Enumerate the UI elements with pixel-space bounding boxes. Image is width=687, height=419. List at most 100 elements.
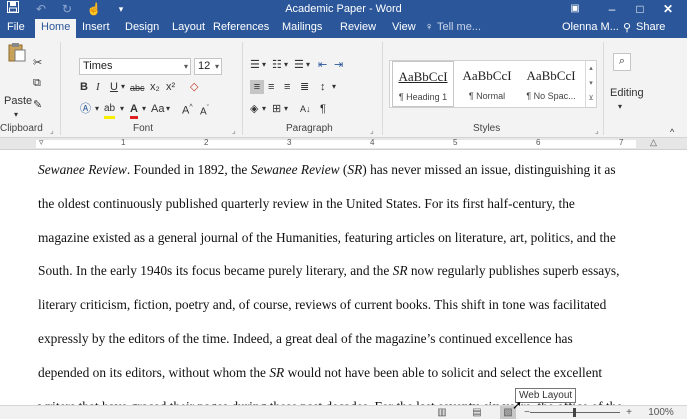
tab-layout[interactable]: Layout (172, 21, 205, 33)
print-layout-icon[interactable]: ▤ (470, 406, 484, 419)
grow-font-icon[interactable]: A^ (182, 101, 193, 118)
clipboard-launcher-icon[interactable]: ⌟ (50, 126, 54, 135)
clear-formatting-icon[interactable]: ◇ (190, 80, 198, 94)
font-color-icon[interactable]: A (130, 102, 138, 119)
document-text-line: South. In the early 1940s its focus beca… (38, 263, 619, 279)
paragraph-launcher-icon[interactable]: ⌟ (370, 126, 374, 135)
paste-button[interactable]: Paste (4, 94, 32, 108)
multilevel-list-icon[interactable]: ☰ (294, 58, 304, 72)
font-size-box[interactable]: 12 ▾ (194, 58, 222, 75)
tab-review[interactable]: Review (340, 21, 376, 33)
ruler-number: 3 (287, 138, 292, 147)
zoom-slider-thumb[interactable] (573, 408, 576, 417)
text-effects-dropdown-icon[interactable]: ▾ (95, 102, 99, 116)
underline-icon[interactable]: U (110, 80, 118, 94)
ribbon-display-icon[interactable]: ▣ (567, 1, 583, 17)
zoom-in-button[interactable]: + (624, 406, 634, 419)
cut-icon[interactable]: ✂ (33, 56, 42, 70)
tab-design[interactable]: Design (125, 21, 159, 33)
decrease-indent-icon[interactable]: ⇤ (318, 58, 327, 72)
highlight-dropdown-icon[interactable]: ▾ (120, 102, 124, 116)
styles-gallery: AaBbCcI ¶ Heading 1 AaBbCcI ¶ Normal AaB… (389, 60, 597, 108)
shading-dropdown-icon[interactable]: ▾ (262, 102, 266, 116)
indent-marker-icon[interactable]: ▿ (39, 137, 44, 148)
collapse-ribbon-icon[interactable]: ^ (670, 125, 674, 139)
zoom-level[interactable]: 100% (646, 406, 676, 419)
paste-icon[interactable] (8, 42, 26, 62)
shrink-font-icon[interactable]: Aˇ (200, 102, 209, 119)
close-icon[interactable]: ✕ (661, 1, 675, 17)
show-marks-icon[interactable]: ¶ (320, 102, 326, 116)
chevron-up-icon[interactable]: ▴ (586, 61, 596, 76)
text-effects-icon[interactable]: Ⓐ (80, 102, 91, 116)
tell-me-input[interactable]: Tell me... (437, 21, 481, 33)
read-mode-icon[interactable]: ▥ (435, 406, 449, 419)
title-bar: ↶ ↻ ☝ ▾ Academic Paper - Word ▣ – □ ✕ (0, 0, 687, 18)
styles-gallery-scrollbar[interactable]: ▴ ▾ ⊻ (585, 61, 596, 107)
mouse-cursor-icon: ➚ (512, 398, 523, 412)
document-page[interactable]: Sewanee Review. Founded in 1892, the Sew… (0, 150, 687, 405)
tab-file[interactable]: File (7, 21, 25, 33)
bold-icon[interactable]: B (80, 80, 88, 94)
editing-button[interactable]: Editing (610, 86, 644, 100)
format-painter-icon[interactable]: ✎ (33, 98, 42, 112)
minimize-icon[interactable]: – (605, 1, 619, 17)
style-normal[interactable]: AaBbCcI ¶ Normal (456, 61, 518, 107)
font-name-box[interactable]: Times ▾ (79, 58, 191, 75)
shading-icon[interactable]: ◈ (250, 102, 258, 116)
underline-dropdown-icon[interactable]: ▾ (121, 80, 125, 94)
style-heading-1[interactable]: AaBbCcI ¶ Heading 1 (392, 61, 454, 107)
italic-icon[interactable]: I (96, 80, 100, 94)
document-text-line: expressly by the editors of the time. In… (38, 331, 573, 347)
user-name[interactable]: Olenna M... (562, 21, 619, 33)
style-preview: AaBbCcI (398, 69, 448, 84)
document-text-line: magazine existed as a general journal of… (38, 230, 616, 246)
horizontal-ruler[interactable]: ▿ 1 2 3 4 5 6 7 △ (0, 137, 687, 150)
style-no-spacing[interactable]: AaBbCcI ¶ No Spac... (520, 61, 582, 107)
tab-insert[interactable]: Insert (82, 21, 110, 33)
share-button[interactable]: Share (636, 21, 665, 33)
numbering-icon[interactable]: ☷ (272, 58, 282, 72)
increase-indent-icon[interactable]: ⇥ (334, 58, 343, 72)
subscript-icon[interactable]: x₂ (150, 80, 160, 94)
paste-dropdown-icon[interactable]: ▾ (14, 108, 18, 122)
align-center-icon[interactable]: ≡ (268, 80, 274, 94)
copy-icon[interactable]: ⧉ (33, 76, 41, 90)
change-case-icon[interactable]: Aa (151, 102, 164, 116)
bullets-icon[interactable]: ☰ (250, 58, 260, 72)
styles-launcher-icon[interactable]: ⌟ (595, 126, 599, 135)
more-styles-icon[interactable]: ⊻ (586, 91, 596, 106)
tab-home[interactable]: Home (35, 19, 77, 38)
font-color-dropdown-icon[interactable]: ▾ (142, 102, 146, 116)
borders-dropdown-icon[interactable]: ▾ (284, 102, 288, 116)
style-preview: AaBbCcI (526, 68, 576, 83)
tab-references[interactable]: References (213, 21, 269, 33)
tab-mailings[interactable]: Mailings (282, 21, 322, 33)
sort-icon[interactable]: A↓ (300, 102, 311, 116)
superscript-icon[interactable]: x² (166, 80, 175, 94)
font-launcher-icon[interactable]: ⌟ (232, 126, 236, 135)
share-icon[interactable]: ⚲ (623, 21, 631, 34)
change-case-dropdown-icon[interactable]: ▾ (166, 102, 170, 116)
font-name-value: Times (83, 60, 113, 72)
numbering-dropdown-icon[interactable]: ▾ (284, 58, 288, 72)
highlight-icon[interactable]: ab (104, 102, 116, 119)
text-run: South. In the early 1940s its focus beca… (38, 263, 393, 279)
justify-icon[interactable]: ≣ (300, 80, 309, 94)
text-run: the oldest continuously published quarte… (38, 195, 575, 211)
align-right-icon[interactable]: ≡ (284, 80, 290, 94)
align-left-icon[interactable]: ≡ (250, 80, 264, 94)
right-indent-marker-icon[interactable]: △ (650, 137, 657, 148)
find-icon[interactable]: ⌕ (613, 53, 631, 71)
tab-view[interactable]: View (392, 21, 416, 33)
editing-dropdown-icon[interactable]: ▾ (618, 100, 622, 114)
borders-icon[interactable]: ⊞ (272, 102, 281, 116)
multilevel-dropdown-icon[interactable]: ▾ (306, 58, 310, 72)
line-spacing-dropdown-icon[interactable]: ▾ (332, 80, 336, 94)
chevron-down-icon[interactable]: ▾ (586, 76, 596, 91)
bullets-dropdown-icon[interactable]: ▾ (262, 58, 266, 72)
strikethrough-icon[interactable]: abc (130, 81, 145, 95)
line-spacing-icon[interactable]: ↕ (320, 80, 326, 94)
maximize-icon[interactable]: □ (633, 1, 647, 17)
ruler-number: 2 (204, 138, 209, 147)
